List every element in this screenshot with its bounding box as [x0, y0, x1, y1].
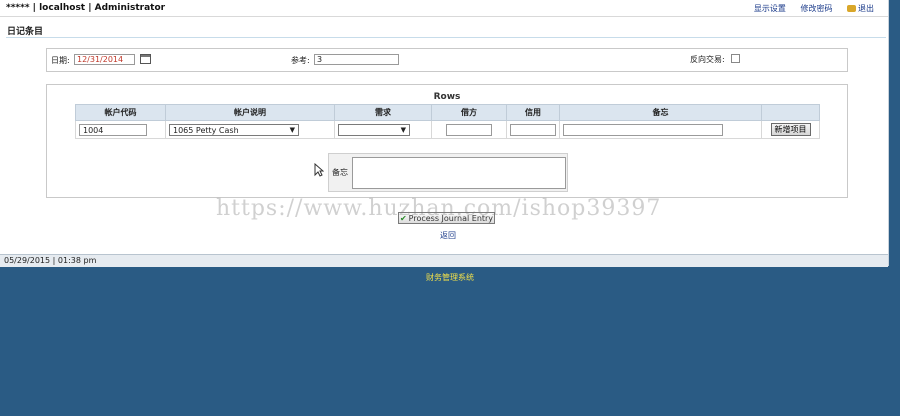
- top-links: 显示设置 修改密码 退出: [742, 3, 874, 14]
- col-account-code: 帐户代码: [75, 104, 166, 121]
- display-settings-link[interactable]: 显示设置: [754, 4, 786, 13]
- memo-box: 备忘: [328, 153, 568, 192]
- account-desc-select[interactable]: 1065 Petty Cash ▼: [169, 123, 299, 136]
- app-title: ***** | localhost | Administrator: [6, 3, 166, 13]
- date-input[interactable]: 12/31/2014: [74, 54, 135, 65]
- memo-textarea[interactable]: [352, 157, 566, 189]
- memo-cell-input[interactable]: [563, 123, 723, 136]
- change-password-link[interactable]: 修改密码: [800, 4, 832, 13]
- memo-label: 备忘: [332, 168, 348, 177]
- rows-box: Rows 帐户代码 帐户说明 需求 借方 信用 备忘 1004 1065 Pet…: [46, 84, 848, 198]
- top-bar: ***** | localhost | Administrator 显示设置 修…: [0, 0, 888, 17]
- dropdown-caret-icon: ▼: [400, 125, 406, 134]
- table-row: 1004 1065 Petty Cash ▼ ▼ 新增项目: [75, 120, 820, 139]
- logout-link[interactable]: 退出: [847, 4, 874, 13]
- col-memo: 备忘: [559, 104, 762, 121]
- table-header-row: 帐户代码 帐户说明 需求 借方 信用 备忘: [75, 104, 820, 121]
- col-action: [761, 104, 820, 121]
- col-debit: 借方: [431, 104, 507, 121]
- key-icon: [847, 5, 856, 12]
- debit-input[interactable]: [446, 123, 492, 136]
- status-bar: 05/29/2015 | 01:38 pm: [0, 254, 888, 267]
- status-datetime: 05/29/2015 | 01:38 pm: [4, 256, 97, 265]
- credit-input[interactable]: [510, 123, 556, 136]
- reverse-checkbox[interactable]: [731, 54, 740, 63]
- calendar-icon[interactable]: [140, 54, 151, 64]
- reference-label: 参考:: [291, 56, 310, 65]
- pointer-cursor-icon: [314, 162, 325, 180]
- account-code-input[interactable]: 1004: [79, 123, 147, 136]
- dropdown-caret-icon: ▼: [289, 125, 295, 134]
- account-desc-value: 1065 Petty Cash: [173, 125, 239, 135]
- watermark-text: https://www.huzhan.com/ishop39397: [216, 196, 662, 221]
- page-title: 日记条目: [7, 27, 44, 37]
- reverse-label: 反向交易:: [690, 55, 725, 64]
- col-demand: 需求: [334, 104, 432, 121]
- add-item-button[interactable]: 新增项目: [770, 123, 811, 136]
- demand-select[interactable]: ▼: [338, 123, 410, 136]
- rows-table: 帐户代码 帐户说明 需求 借方 信用 备忘 1004 1065 Petty Ca…: [75, 104, 820, 139]
- page-panel: ***** | localhost | Administrator 显示设置 修…: [0, 0, 889, 267]
- entry-header-box: 日期: 12/31/2014 参考: 3 反向交易:: [46, 48, 848, 72]
- col-account-desc: 帐户说明: [165, 104, 335, 121]
- back-link[interactable]: 返回: [440, 230, 456, 241]
- rows-title: Rows: [433, 92, 461, 102]
- date-label: 日期:: [51, 56, 70, 65]
- reference-input[interactable]: 3: [314, 54, 399, 65]
- col-credit: 信用: [506, 104, 560, 121]
- title-divider: [6, 37, 886, 38]
- footer-label: 财务管理系统: [426, 273, 474, 282]
